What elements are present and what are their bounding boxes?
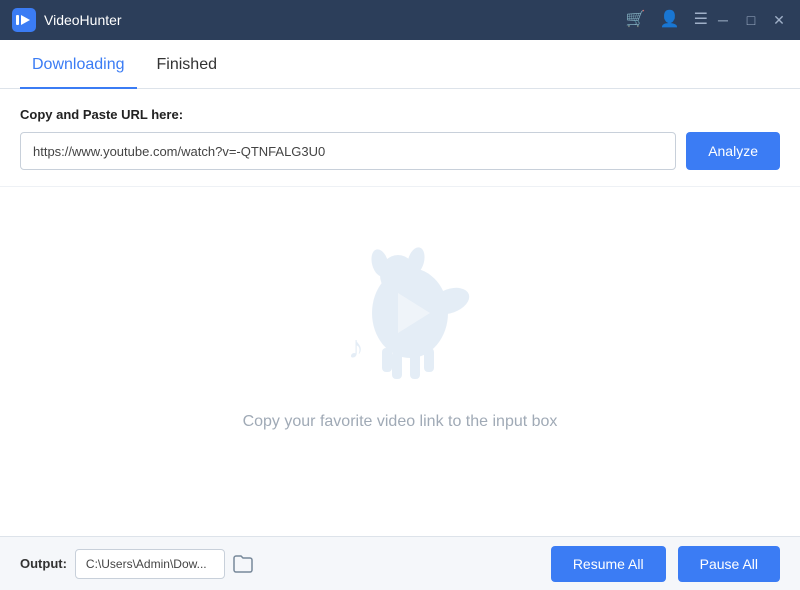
url-section-label: Copy and Paste URL here: — [20, 107, 780, 122]
app-title: VideoHunter — [44, 12, 626, 28]
empty-message: Copy your favorite video link to the inp… — [243, 413, 558, 431]
resume-all-button[interactable]: Resume All — [551, 546, 666, 582]
app-logo — [12, 8, 36, 32]
url-input[interactable] — [20, 132, 676, 170]
menu-icon[interactable]: ☰ — [694, 12, 708, 28]
output-label: Output: — [20, 556, 67, 571]
folder-browse-button[interactable] — [233, 555, 253, 573]
svg-text:♪: ♪ — [348, 329, 364, 365]
url-section: Copy and Paste URL here: Analyze — [0, 89, 800, 187]
tab-finished[interactable]: Finished — [145, 40, 229, 88]
titlebar-icon-group: 🛒 👤 ☰ — [626, 12, 708, 28]
output-path: C:\Users\Admin\Dow... — [75, 549, 225, 579]
pause-all-button[interactable]: Pause All — [678, 546, 780, 582]
main-content: Downloading Finished Copy and Paste URL … — [0, 40, 800, 536]
url-input-row: Analyze — [20, 132, 780, 170]
footer-bar: Output: C:\Users\Admin\Dow... Resume All… — [0, 536, 800, 590]
tab-downloading[interactable]: Downloading — [20, 40, 137, 88]
analyze-button[interactable]: Analyze — [686, 132, 780, 170]
footer-actions: Resume All Pause All — [551, 546, 780, 582]
tabs-bar: Downloading Finished — [0, 40, 800, 89]
maximize-button[interactable]: □ — [742, 12, 760, 28]
minimize-button[interactable]: ─ — [714, 12, 732, 28]
empty-state: ♪ Copy your favorite video link to the i… — [0, 187, 800, 536]
user-icon[interactable]: 👤 — [660, 12, 680, 28]
window-controls: ─ □ ✕ — [714, 12, 788, 29]
cart-icon[interactable]: 🛒 — [626, 12, 646, 28]
close-button[interactable]: ✕ — [770, 12, 788, 29]
titlebar: VideoHunter 🛒 👤 ☰ ─ □ ✕ — [0, 0, 800, 40]
empty-icon: ♪ — [320, 233, 480, 393]
